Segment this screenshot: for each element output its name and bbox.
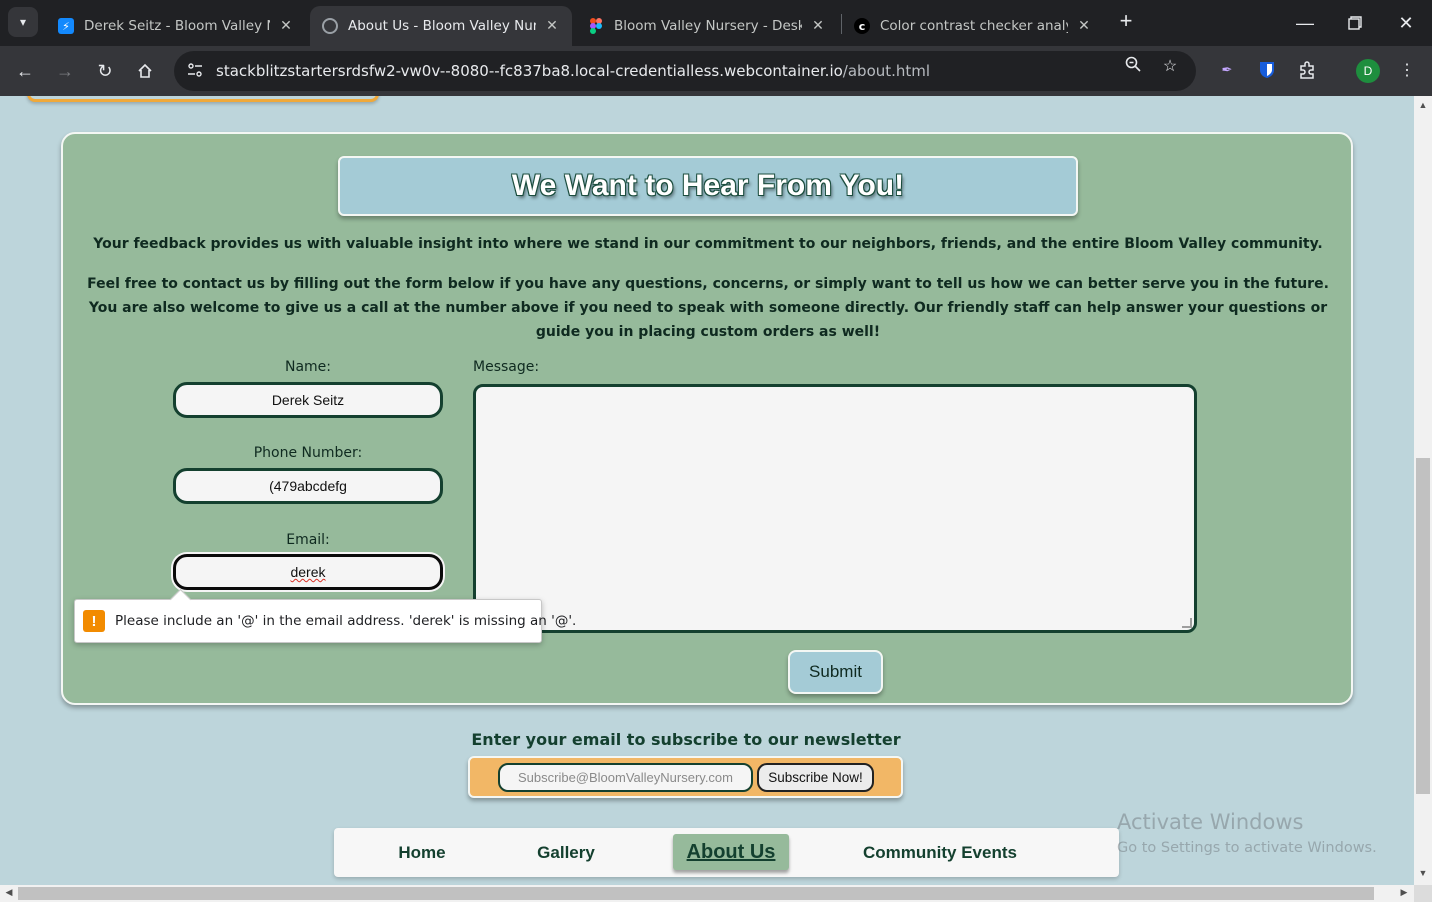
browser-toolbar: ← → ↻ stackblitzstartersrdsfw2-vw0v--808… xyxy=(0,46,1432,96)
section-above-edge xyxy=(27,96,379,102)
forward-icon[interactable]: → xyxy=(51,57,79,85)
contact-heading: We Want to Hear From You! xyxy=(511,169,905,202)
footer-nav: Home Gallery About Us Community Events xyxy=(334,828,1119,877)
nav-community-events[interactable]: Community Events xyxy=(850,828,1030,877)
message-field[interactable] xyxy=(473,384,1197,633)
bitwarden-icon[interactable] xyxy=(1256,59,1278,81)
newsletter-title: Enter your email to subscribe to our new… xyxy=(471,730,901,749)
url-path: /about.html xyxy=(842,62,931,80)
phone-label: Phone Number: xyxy=(253,445,363,461)
globe-icon xyxy=(322,18,338,34)
tab-about-us[interactable]: About Us - Bloom Valley Nurser ✕ xyxy=(310,6,572,46)
contact-heading-box: We Want to Hear From You! xyxy=(338,156,1078,216)
browser-menu-icon[interactable]: ⋮ xyxy=(1396,59,1418,81)
new-tab-button[interactable]: + xyxy=(1114,10,1138,34)
email-validation-tooltip: ! Please include an '@' in the email add… xyxy=(74,599,576,643)
scroll-down-icon[interactable]: ▼ xyxy=(1414,868,1432,878)
nav-home[interactable]: Home xyxy=(372,828,472,877)
url-text[interactable]: stackblitzstartersrdsfw2-vw0v--8080--fc8… xyxy=(216,62,930,80)
feedback-intro: Your feedback provides us with valuable … xyxy=(93,236,1323,252)
feather-extension-icon[interactable]: ✒ xyxy=(1216,59,1238,81)
contrast-checker-icon: c xyxy=(854,18,870,34)
name-value: Derek Seitz xyxy=(271,392,345,408)
scroll-right-icon[interactable]: ▶ xyxy=(1396,887,1412,898)
address-bar[interactable]: stackblitzstartersrdsfw2-vw0v--8080--fc8… xyxy=(174,51,1196,91)
watermark-subtitle: Go to Settings to activate Windows. xyxy=(1117,840,1377,856)
back-icon[interactable]: ← xyxy=(11,57,39,85)
extensions-puzzle-icon[interactable] xyxy=(1296,59,1318,81)
close-icon[interactable]: ✕ xyxy=(810,18,826,34)
close-window-icon[interactable]: ✕ xyxy=(1391,8,1421,38)
figma-icon xyxy=(588,18,604,34)
newsletter-form: Subscribe@BloomValleyNursery.com Subscri… xyxy=(468,756,903,798)
tab-derek-seitz[interactable]: ⚡ Derek Seitz - Bloom Valley Nurs ✕ xyxy=(46,6,306,46)
phone-field[interactable]: (479abcdefg xyxy=(173,468,443,504)
vertical-scroll-thumb[interactable] xyxy=(1416,458,1430,794)
close-icon[interactable]: ✕ xyxy=(544,18,560,34)
nav-about-us[interactable]: About Us xyxy=(673,834,789,870)
name-label: Name: xyxy=(284,359,332,375)
email-field[interactable]: derek xyxy=(173,554,443,590)
page-viewport: We Want to Hear From You! Your feedback … xyxy=(0,96,1414,885)
zoom-icon[interactable] xyxy=(1122,56,1144,77)
bookmark-star-icon[interactable]: ☆ xyxy=(1159,56,1181,76)
subscribe-button[interactable]: Subscribe Now! xyxy=(757,763,874,792)
newsletter-email-input[interactable]: Subscribe@BloomValleyNursery.com xyxy=(498,763,753,792)
name-field[interactable]: Derek Seitz xyxy=(173,382,443,418)
tab-title: Bloom Valley Nursery - Desktop xyxy=(614,18,802,34)
reload-icon[interactable]: ↻ xyxy=(91,57,119,85)
scroll-left-icon[interactable]: ◀ xyxy=(1,887,17,898)
nav-gallery[interactable]: Gallery xyxy=(516,828,616,877)
tab-contrast-checker[interactable]: c Color contrast checker analyzer ✕ xyxy=(842,6,1104,46)
browser-tab-bar: ▾ ⚡ Derek Seitz - Bloom Valley Nurs ✕ Ab… xyxy=(0,0,1432,46)
submit-button[interactable]: Submit xyxy=(788,650,883,694)
minimize-icon[interactable]: — xyxy=(1290,8,1320,38)
windows-activation-watermark: Activate Windows Go to Settings to activ… xyxy=(1117,810,1377,856)
scrollbar-corner xyxy=(1414,885,1432,902)
contact-instructions: Feel free to contact us by filling out t… xyxy=(87,276,1329,340)
resize-handle[interactable] xyxy=(1182,618,1192,628)
horizontal-scroll-thumb[interactable] xyxy=(18,887,1374,900)
restore-icon[interactable] xyxy=(1340,8,1370,38)
watermark-title: Activate Windows xyxy=(1117,810,1304,834)
tab-figma[interactable]: Bloom Valley Nursery - Desktop ✕ xyxy=(576,6,838,46)
profile-avatar[interactable]: D xyxy=(1356,59,1380,83)
tab-title: Derek Seitz - Bloom Valley Nurs xyxy=(84,18,270,34)
tab-title: About Us - Bloom Valley Nurser xyxy=(348,18,536,34)
site-settings-icon[interactable] xyxy=(184,62,206,80)
vertical-scrollbar[interactable]: ▲ ▼ xyxy=(1414,96,1432,885)
stackblitz-icon: ⚡ xyxy=(58,18,74,34)
close-icon[interactable]: ✕ xyxy=(1076,18,1092,34)
validation-message: Please include an '@' in the email addre… xyxy=(115,613,577,629)
home-icon[interactable] xyxy=(131,57,159,85)
phone-value: (479abcdefg xyxy=(269,478,347,494)
email-label: Email: xyxy=(286,532,330,548)
tab-search-button[interactable]: ▾ xyxy=(8,7,38,37)
warning-icon: ! xyxy=(83,610,105,632)
email-value: derek xyxy=(290,564,326,580)
horizontal-scrollbar[interactable]: ◀ ▶ xyxy=(0,885,1414,902)
scroll-up-icon[interactable]: ▲ xyxy=(1414,100,1432,110)
url-domain: stackblitzstartersrdsfw2-vw0v--8080--fc8… xyxy=(216,62,843,80)
close-icon[interactable]: ✕ xyxy=(278,18,294,34)
tab-title: Color contrast checker analyzer xyxy=(880,18,1068,34)
message-label: Message: xyxy=(473,359,540,375)
